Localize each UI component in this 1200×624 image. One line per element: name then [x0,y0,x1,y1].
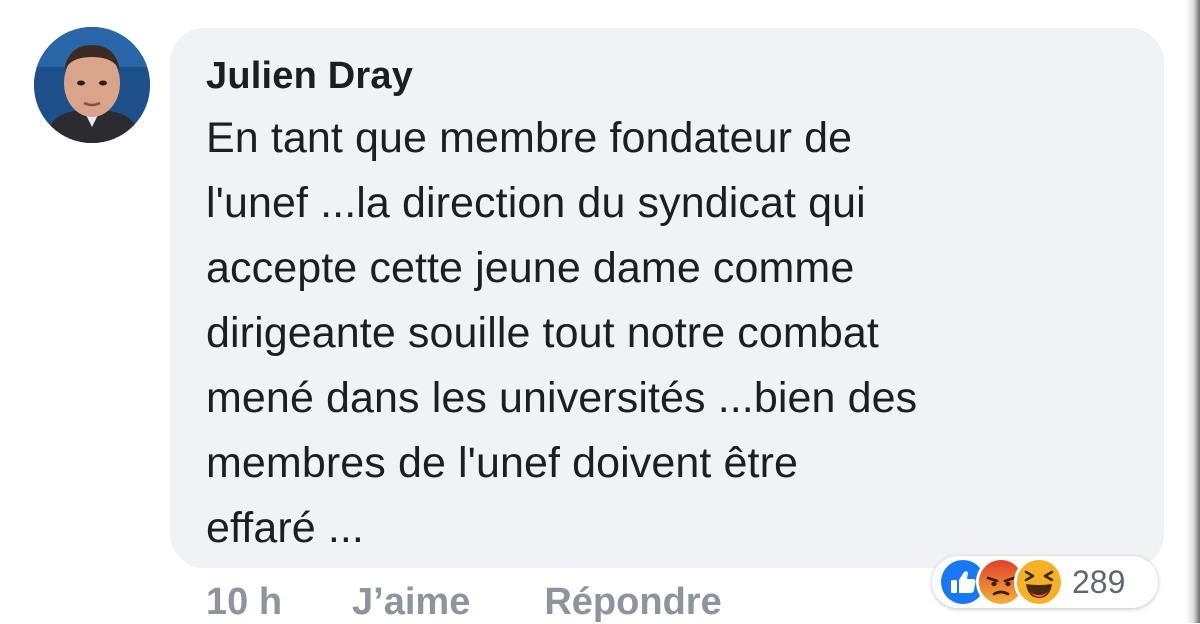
screen-edge [1186,0,1200,623]
comment-actions: 10 h J’aime Répondre [206,580,722,624]
comment-text: En tant que membre fondateur de l'unef .… [206,114,918,552]
comment-bubble: Julien Dray En tant que membre fondateur… [170,28,1164,568]
like-button[interactable]: J’aime [352,581,470,624]
avatar[interactable] [34,27,150,143]
comment-timestamp[interactable]: 10 h [206,581,282,624]
reply-button[interactable]: Répondre [544,581,721,624]
comment-author[interactable]: Julien Dray [206,54,1134,98]
haha-icon [1014,557,1064,607]
reaction-count: 289 [1072,563,1126,600]
reaction-summary[interactable]: 289 [932,556,1158,608]
